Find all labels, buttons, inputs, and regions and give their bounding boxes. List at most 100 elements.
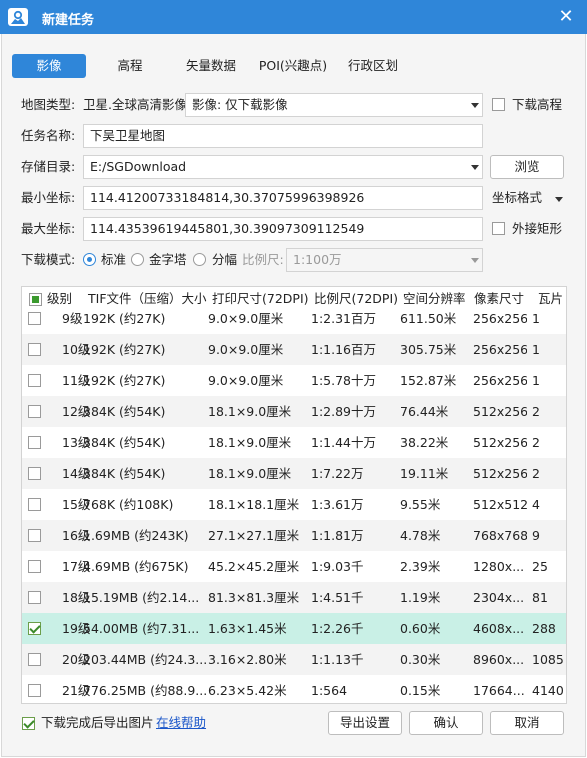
row-checkbox[interactable] xyxy=(28,684,41,697)
online-help-link[interactable]: 在线帮助 xyxy=(156,712,206,734)
download-elevation-checkbox[interactable] xyxy=(492,98,505,111)
export-after-checkbox[interactable] xyxy=(22,717,35,730)
tab-imagery[interactable]: 影像 xyxy=(12,54,86,78)
select-all-checkbox[interactable] xyxy=(29,293,42,306)
ok-button[interactable]: 确认 xyxy=(409,711,483,735)
row-checkbox[interactable] xyxy=(28,591,41,604)
task-name-label: 任务名称: xyxy=(21,128,76,143)
cell-pixel-size: 256x256 xyxy=(473,342,527,357)
cell-tif-size: 768K (约108K) xyxy=(83,497,174,512)
cell-tiles: 4 xyxy=(532,497,540,512)
cell-print-size: 18.1×9.0厘米 xyxy=(208,435,292,450)
cell-scale: 1:2.89十万 xyxy=(311,404,376,419)
header-tiles[interactable]: 瓦片 xyxy=(538,287,563,311)
cell-resolution: 19.11米 xyxy=(400,466,449,481)
header-tif-size[interactable]: TIF文件（压缩）大小 xyxy=(88,287,207,311)
cell-resolution: 2.39米 xyxy=(400,559,441,574)
header-print-size[interactable]: 打印尺寸(72DPI) xyxy=(212,287,309,311)
mode-pyramid-radio[interactable] xyxy=(131,253,144,266)
title-bar: 新建任务 ✕ xyxy=(0,0,587,34)
header-level[interactable]: 级别 xyxy=(47,287,72,311)
table-row[interactable]: 18级 15.19MB (约2.14... 81.3×81.3厘米 1:4.51千 1.… xyxy=(22,582,566,613)
row-checkbox[interactable] xyxy=(28,312,41,325)
chevron-down-icon[interactable] xyxy=(555,197,563,202)
cancel-button[interactable]: 取消 xyxy=(490,711,564,735)
tab-admin-division[interactable]: 行政区划 xyxy=(340,54,406,78)
chevron-down-icon[interactable] xyxy=(471,165,479,170)
mode-standard-radio[interactable] xyxy=(83,253,96,266)
cell-print-size: 9.0×9.0厘米 xyxy=(208,342,284,357)
row-checkbox[interactable] xyxy=(28,560,41,573)
cell-tiles: 288 xyxy=(532,621,556,636)
cell-pixel-size: 768x768 xyxy=(473,528,527,543)
image-mode-value: 影像: 仅下载影像 xyxy=(192,97,288,112)
cell-pixel-size: 512x256 xyxy=(473,466,527,481)
cell-resolution: 4.78米 xyxy=(400,528,441,543)
cell-print-size: 18.1×9.0厘米 xyxy=(208,404,292,419)
row-checkbox[interactable] xyxy=(28,343,41,356)
row-checkbox[interactable] xyxy=(28,374,41,387)
row-checkbox[interactable] xyxy=(28,653,41,666)
row-checkbox[interactable] xyxy=(28,529,41,542)
map-type-label: 地图类型: xyxy=(21,97,76,112)
table-row[interactable]: 13级 384K (约54K) 18.1×9.0厘米 1:1.44十万 38.22米 51… xyxy=(22,427,566,458)
cell-tif-size: 384K (约54K) xyxy=(83,435,166,450)
outer-rect-checkbox[interactable] xyxy=(492,222,505,235)
outer-rect-label: 外接矩形 xyxy=(512,221,563,236)
cell-tif-size: 54.00MB (约7.31... xyxy=(83,621,200,636)
download-mode-label: 下载模式: xyxy=(21,252,76,267)
cell-scale: 1:7.22万 xyxy=(311,466,364,481)
header-pixel-size[interactable]: 像素尺寸 xyxy=(474,287,524,311)
header-scale[interactable]: 比例尺(72DPI) xyxy=(314,287,398,311)
max-coord-input[interactable]: 114.43539619445801,30.39097309112549 xyxy=(83,217,483,241)
tab-poi[interactable]: POI(兴趣点) xyxy=(254,54,332,78)
image-mode-select[interactable]: 影像: 仅下载影像 xyxy=(185,93,483,117)
close-icon[interactable]: ✕ xyxy=(553,4,579,30)
table-row[interactable]: 14级 384K (约54K) 18.1×9.0厘米 1:7.22万 19.11米 512… xyxy=(22,458,566,489)
cell-pixel-size: 1280x... xyxy=(473,559,525,574)
cell-print-size: 81.3×81.3厘米 xyxy=(208,590,300,605)
row-checkbox[interactable] xyxy=(28,467,41,480)
tab-elevation[interactable]: 高程 xyxy=(98,54,162,78)
cell-pixel-size: 8960x... xyxy=(473,652,525,667)
table-row[interactable]: 19级 54.00MB (约7.31... 1.63×1.45米 1:2.26千 0.6… xyxy=(22,613,566,644)
row-checkbox[interactable] xyxy=(28,622,41,635)
cell-tiles: 25 xyxy=(532,559,548,574)
row-checkbox[interactable] xyxy=(28,498,41,511)
cell-tiles: 81 xyxy=(532,590,548,605)
cell-scale: 1:9.03千 xyxy=(311,559,364,574)
header-resolution[interactable]: 空间分辨率 xyxy=(403,287,466,311)
cell-resolution: 38.22米 xyxy=(400,435,449,450)
cell-tiles: 1 xyxy=(532,342,540,357)
tab-vector-data[interactable]: 矢量数据 xyxy=(176,54,246,78)
scale-select: 1:100万 xyxy=(286,248,483,272)
mode-tile-radio[interactable] xyxy=(193,253,206,266)
cell-tiles: 1 xyxy=(532,373,540,388)
storage-label: 存储目录: xyxy=(21,159,76,174)
coord-format-label[interactable]: 坐标格式 xyxy=(492,187,542,209)
cell-pixel-size: 512x512 xyxy=(473,497,527,512)
mode-standard-label: 标准 xyxy=(101,252,127,267)
table-row[interactable]: 16级 1.69MB (约243K) 27.1×27.1厘米 1:1.81万 4.78米… xyxy=(22,520,566,551)
task-name-input[interactable]: 下吴卫星地图 xyxy=(83,124,483,148)
cell-tiles: 2 xyxy=(532,466,540,481)
max-coord-label: 最大坐标: xyxy=(21,221,76,236)
cell-tiles: 4140 xyxy=(532,683,564,698)
table-row[interactable]: 15级 768K (约108K) 18.1×18.1厘米 1:3.61万 9.55米 51… xyxy=(22,489,566,520)
chevron-down-icon[interactable] xyxy=(471,103,479,108)
table-row[interactable]: 11级 192K (约27K) 9.0×9.0厘米 1:5.78十万 152.87米 25… xyxy=(22,365,566,396)
row-checkbox[interactable] xyxy=(28,405,41,418)
table-row[interactable]: 21级 776.25MB (约88.9... 6.23×5.42米 1:564 0.15… xyxy=(22,675,566,703)
levels-table[interactable]: 级别 TIF文件（压缩）大小 打印尺寸(72DPI) 比例尺(72DPI) 空间… xyxy=(21,286,567,704)
table-row[interactable]: 12级 384K (约54K) 18.1×9.0厘米 1:2.89十万 76.44米 51… xyxy=(22,396,566,427)
export-settings-button[interactable]: 导出设置 xyxy=(328,711,402,735)
storage-path-select[interactable]: E:/SGDownload xyxy=(83,155,483,179)
browse-button[interactable]: 浏览 xyxy=(490,155,564,179)
table-row[interactable]: 20级 203.44MB (约24.3... 3.16×2.80米 1:1.13千 0.… xyxy=(22,644,566,675)
scale-value: 1:100万 xyxy=(293,252,342,267)
cell-scale: 1:4.51千 xyxy=(311,590,364,605)
row-checkbox[interactable] xyxy=(28,436,41,449)
table-row[interactable]: 10级 192K (约27K) 9.0×9.0厘米 1:1.16百万 305.75米 25… xyxy=(22,334,566,365)
min-coord-input[interactable]: 114.41200733184814,30.37075996398926 xyxy=(83,186,483,210)
table-row[interactable]: 17级 4.69MB (约675K) 45.2×45.2厘米 1:9.03千 2.39米… xyxy=(22,551,566,582)
